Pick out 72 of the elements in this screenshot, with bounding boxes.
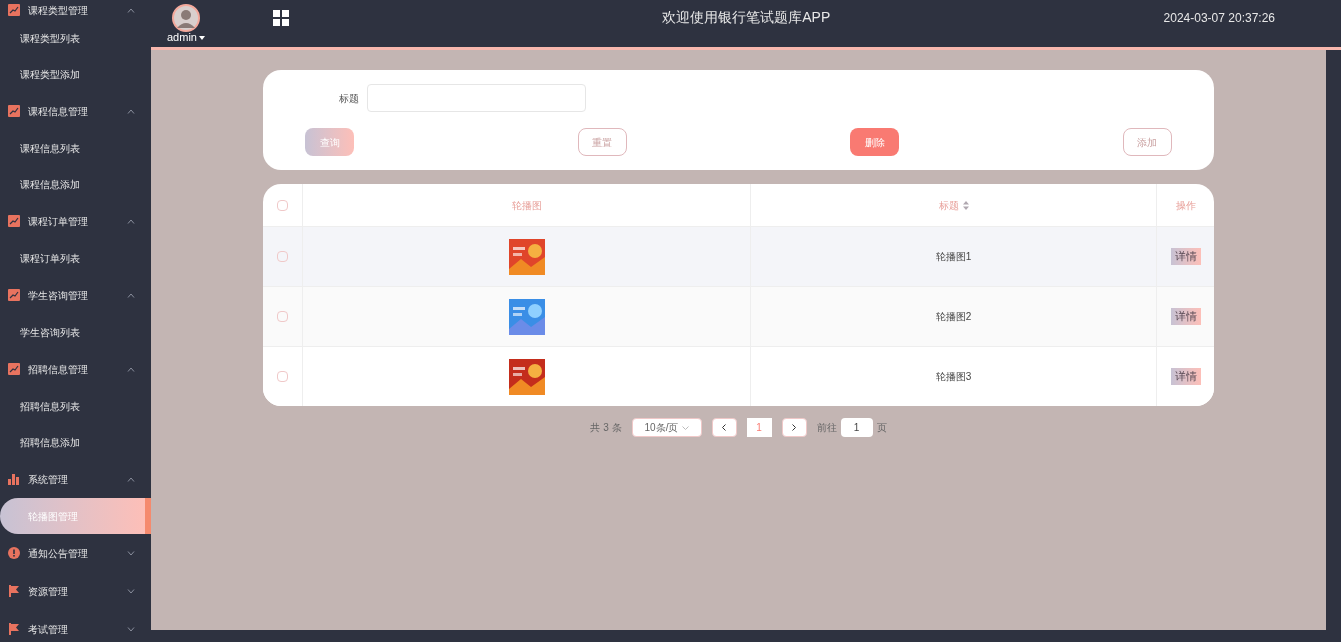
- menu-group[interactable]: 资源管理: [0, 572, 151, 610]
- chevron-up-icon: [127, 292, 135, 298]
- select-all-checkbox[interactable]: [277, 199, 288, 211]
- chevron-left-icon: [722, 424, 727, 431]
- app-title: 欢迎使用银行笔试题库APP: [661, 8, 832, 27]
- page-size-select[interactable]: 10条/页: [631, 418, 702, 437]
- user-menu[interactable]: admin: [167, 32, 205, 43]
- chevron-down-icon: [127, 550, 135, 556]
- goto-page-input[interactable]: 1: [840, 418, 873, 437]
- menu-item[interactable]: 课程类型添加: [0, 56, 151, 92]
- menu-item[interactable]: 招聘信息列表: [0, 388, 151, 424]
- caret-icon: [198, 35, 205, 40]
- menu-group[interactable]: 课程类型管理: [0, 0, 151, 20]
- goto-label: 前往: [816, 421, 837, 435]
- menu-group-label: 课程订单管理: [28, 214, 89, 229]
- menu-group-label: 考试管理: [28, 622, 69, 637]
- menu-item[interactable]: 课程订单列表: [0, 240, 151, 276]
- menu-group[interactable]: 通知公告管理: [0, 534, 151, 572]
- menu-group-label: 招聘信息管理: [28, 362, 89, 377]
- menu-group-label: 课程类型管理: [28, 3, 89, 18]
- title-input[interactable]: [367, 84, 586, 112]
- menu-item[interactable]: 招聘信息添加: [0, 424, 151, 460]
- row-checkbox[interactable]: [277, 371, 288, 382]
- detail-button[interactable]: 详情: [1170, 308, 1201, 325]
- row-checkbox[interactable]: [277, 311, 288, 322]
- column-header: 操作: [1174, 198, 1197, 213]
- chevron-down-icon: [127, 626, 135, 632]
- chevron-right-icon: [792, 424, 797, 431]
- chevron-up-icon: [127, 476, 135, 482]
- avatar-icon[interactable]: [172, 4, 200, 32]
- menu-group[interactable]: 课程订单管理: [0, 202, 151, 240]
- row-checkbox[interactable]: [277, 251, 288, 262]
- menu-group[interactable]: 课程信息管理: [0, 92, 151, 130]
- chevron-up-icon: [127, 108, 135, 114]
- chart-icon: [8, 215, 20, 227]
- chevron-down-icon: [127, 588, 135, 594]
- chevron-down-icon: [681, 425, 689, 430]
- menu-group[interactable]: 招聘信息管理: [0, 350, 151, 388]
- menu-item[interactable]: 课程类型列表: [0, 20, 151, 56]
- detail-button[interactable]: 详情: [1170, 248, 1201, 265]
- chart-icon: [8, 4, 20, 16]
- chevron-up-icon: [127, 366, 135, 372]
- menu-group[interactable]: 考试管理: [0, 610, 151, 642]
- detail-button[interactable]: 详情: [1170, 368, 1201, 385]
- bar-chart-icon: [8, 473, 20, 485]
- menu-group-label: 资源管理: [28, 584, 69, 599]
- field-label: 标题: [339, 91, 359, 106]
- menu-item[interactable]: 学生咨询列表: [0, 314, 151, 350]
- menu-group-label: 课程信息管理: [28, 104, 89, 119]
- alert-icon: [8, 547, 20, 559]
- datetime: 2024-03-07 20:37:26: [1163, 9, 1275, 27]
- total-count: 共 3 条: [590, 421, 622, 435]
- chart-icon: [8, 363, 20, 375]
- menu-item[interactable]: 课程信息列表: [0, 130, 151, 166]
- menu-group-label: 系统管理: [28, 472, 69, 487]
- menu-group-label: 学生咨询管理: [28, 288, 89, 303]
- next-page-button[interactable]: [781, 418, 807, 437]
- menu-group[interactable]: 学生咨询管理: [0, 276, 151, 314]
- chart-icon: [8, 289, 20, 301]
- grid-icon[interactable]: [272, 9, 289, 26]
- prev-page-button[interactable]: [711, 418, 737, 437]
- flag-icon: [8, 623, 20, 635]
- chevron-up-icon: [127, 7, 135, 13]
- menu-group[interactable]: 系统管理: [0, 460, 151, 498]
- sort-icon[interactable]: [962, 200, 969, 210]
- flag-icon: [8, 585, 20, 597]
- page-suffix: 页: [876, 421, 887, 435]
- menu-group-label: 通知公告管理: [28, 546, 89, 561]
- menu-item[interactable]: 课程信息添加: [0, 166, 151, 202]
- chart-icon: [8, 105, 20, 117]
- table-cell: 轮播图3: [751, 347, 1157, 406]
- chevron-up-icon: [127, 218, 135, 224]
